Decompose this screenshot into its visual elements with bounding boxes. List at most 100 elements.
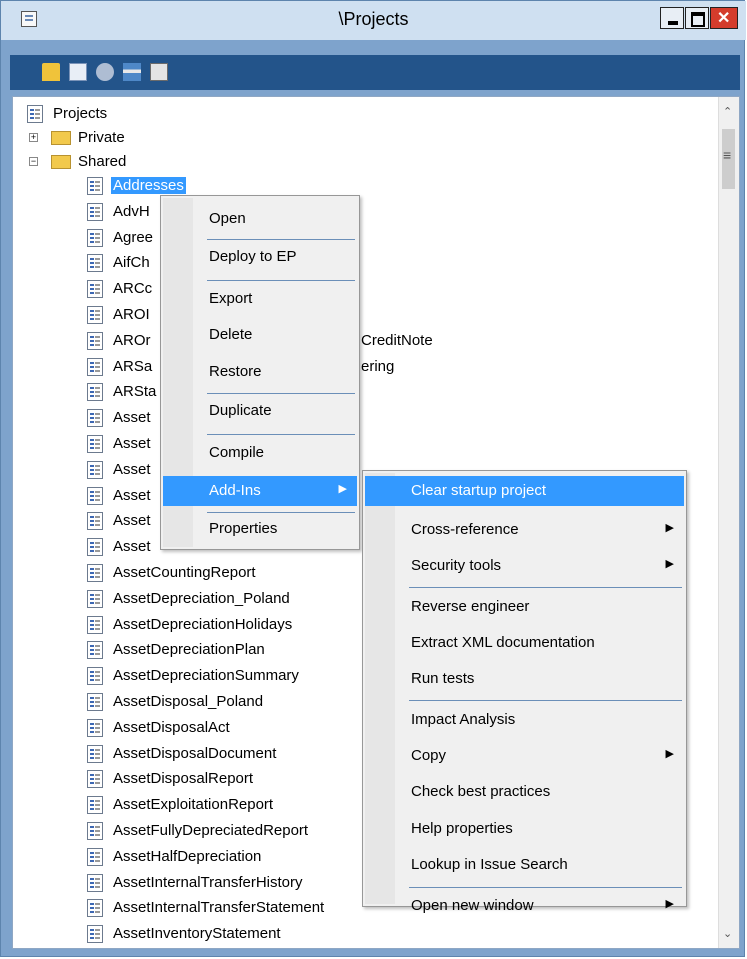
submenu-item-lookup-in-issue-search[interactable]: Lookup in Issue Search bbox=[365, 850, 684, 880]
menu-separator bbox=[409, 887, 682, 888]
submenu-item-help-properties[interactable]: Help properties bbox=[365, 814, 684, 844]
context-menu-item-open[interactable]: Open bbox=[163, 204, 357, 234]
submenu-item-extract-xml-documentation[interactable]: Extract XML documentation bbox=[365, 628, 684, 658]
tree-node-shared[interactable]: − Shared bbox=[29, 151, 229, 175]
menu-item-label: Security tools bbox=[411, 557, 502, 574]
project-icon bbox=[87, 331, 103, 350]
menu-item-label: Duplicate bbox=[209, 402, 272, 419]
project-icon bbox=[87, 718, 103, 737]
context-menu-item-add-ins[interactable]: Add-Ins ▶ bbox=[163, 476, 357, 506]
tree-item-label: AssetDisposalAct bbox=[113, 718, 230, 736]
submenu-arrow-icon: ▶ bbox=[665, 558, 674, 570]
project-icon bbox=[87, 564, 103, 582]
tree-item-label: AROI bbox=[113, 306, 150, 323]
tree-item-label: ARSta bbox=[113, 383, 157, 401]
scroll-down-icon[interactable]: ⌄ bbox=[723, 927, 732, 940]
menu-item-label: Extract XML documentation bbox=[411, 634, 595, 651]
submenu-item-check-best-practices[interactable]: Check best practices bbox=[365, 777, 684, 807]
submenu-item-reverse-engineer[interactable]: Reverse engineer bbox=[365, 592, 684, 622]
project-icon bbox=[27, 105, 43, 123]
menu-separator bbox=[409, 700, 682, 701]
scroll-thumb[interactable] bbox=[722, 129, 735, 189]
tree-item-label: AssetDisposalReport bbox=[113, 770, 254, 788]
submenu-item-run-tests[interactable]: Run tests bbox=[365, 664, 684, 694]
context-menu-item-compile[interactable]: Compile bbox=[163, 438, 357, 468]
submenu-item-cross-reference[interactable]: Cross-reference ▶ bbox=[365, 515, 684, 545]
project-icon bbox=[87, 667, 103, 686]
project-icon bbox=[87, 615, 103, 634]
project-icon bbox=[87, 357, 103, 376]
tree-item-label-tail: ering bbox=[361, 357, 395, 375]
context-menu-item-delete[interactable]: Delete bbox=[163, 320, 357, 350]
tree-node-label: Private bbox=[78, 129, 125, 146]
tree-item-label: Agree bbox=[113, 228, 154, 246]
vertical-scrollbar[interactable]: ⌃ ⌄ bbox=[718, 97, 739, 948]
properties-icon[interactable] bbox=[69, 63, 87, 81]
project-icon bbox=[87, 822, 103, 840]
menu-separator bbox=[207, 434, 355, 435]
menu-item-label: Impact Analysis bbox=[411, 711, 516, 728]
menu-item-label: Help properties bbox=[411, 820, 513, 837]
new-project-icon[interactable] bbox=[150, 63, 168, 81]
context-menu-item-deploy-to-ep[interactable]: Deploy to EP bbox=[163, 242, 357, 272]
tree-item-label: AdvH bbox=[113, 202, 150, 220]
menu-item-label: Clear startup project bbox=[411, 482, 547, 499]
submenu-item-impact-analysis[interactable]: Impact Analysis bbox=[365, 705, 684, 735]
submenu-item-copy[interactable]: Copy ▶ bbox=[365, 741, 684, 771]
project-icon bbox=[87, 796, 103, 815]
menu-item-label: Export bbox=[209, 290, 253, 307]
menu-item-label: Restore bbox=[209, 363, 262, 380]
submenu-item-clear-startup-project[interactable]: Clear startup project bbox=[365, 476, 684, 506]
tree-item-label: Asset bbox=[113, 538, 151, 556]
scroll-up-icon[interactable]: ⌃ bbox=[723, 105, 732, 118]
submenu-item-security-tools[interactable]: Security tools ▶ bbox=[365, 551, 684, 581]
collapse-icon[interactable]: − bbox=[29, 157, 38, 166]
menu-item-label: Cross-reference bbox=[411, 521, 519, 538]
close-button[interactable] bbox=[710, 7, 738, 29]
project-icon bbox=[87, 899, 103, 918]
open-folder-icon[interactable] bbox=[42, 63, 60, 81]
project-icon bbox=[87, 538, 103, 557]
context-menu-item-export[interactable]: Export bbox=[163, 284, 357, 314]
project-icon bbox=[87, 435, 103, 453]
expand-icon[interactable]: + bbox=[29, 133, 38, 142]
project-icon bbox=[87, 254, 103, 273]
project-icon bbox=[87, 847, 103, 866]
submenu-item-open-new-window[interactable]: Open new window ▶ bbox=[365, 891, 684, 921]
context-menu-item-duplicate[interactable]: Duplicate bbox=[163, 396, 357, 426]
minimize-button[interactable] bbox=[660, 7, 684, 29]
compile-icon[interactable] bbox=[96, 63, 114, 81]
project-icon bbox=[87, 589, 103, 608]
menu-item-label: Run tests bbox=[411, 670, 475, 687]
context-menu: Open Deploy to EP Export Delete Restore Dupli… bbox=[160, 195, 360, 550]
context-menu-item-properties[interactable]: Properties bbox=[163, 514, 357, 544]
tree-item-label: AssetDisposal_Poland bbox=[113, 693, 264, 710]
tree-item-label: AssetDepreciationHolidays bbox=[113, 615, 293, 633]
menu-item-label: Lookup in Issue Search bbox=[411, 856, 568, 873]
menu-item-label: Reverse engineer bbox=[411, 598, 530, 615]
filter-icon[interactable] bbox=[123, 63, 141, 81]
tree-item-label: AssetInternalTransferStatement bbox=[113, 899, 325, 917]
tree-item-label: AssetInternalTransferHistory bbox=[113, 873, 303, 891]
toolbar bbox=[10, 55, 740, 90]
menu-separator bbox=[207, 512, 355, 513]
submenu-arrow-icon: ▶ bbox=[665, 898, 674, 910]
add-ins-submenu: Clear startup project Cross-reference ▶ Sec… bbox=[362, 470, 687, 914]
menu-item-label: Open bbox=[209, 210, 246, 227]
menu-item-label: Add-Ins bbox=[209, 482, 261, 499]
tree-node-private[interactable]: + Private bbox=[29, 127, 229, 151]
project-icon bbox=[87, 641, 103, 660]
title-bar[interactable]: \Projects bbox=[1, 1, 746, 40]
project-icon bbox=[87, 873, 103, 892]
menu-item-label: Open new window bbox=[411, 897, 534, 914]
folder-icon bbox=[51, 131, 71, 145]
maximize-button[interactable] bbox=[685, 7, 709, 29]
project-icon bbox=[87, 486, 103, 505]
tree-item-label: AssetDepreciation_Poland bbox=[113, 589, 290, 607]
context-menu-item-restore[interactable]: Restore bbox=[163, 357, 357, 387]
tree-item-label: AssetCountingReport bbox=[113, 564, 256, 581]
project-icon bbox=[87, 512, 103, 531]
menu-item-label: Deploy to EP bbox=[209, 248, 297, 265]
menu-item-label: Check best practices bbox=[411, 783, 551, 800]
project-icon bbox=[87, 925, 103, 944]
